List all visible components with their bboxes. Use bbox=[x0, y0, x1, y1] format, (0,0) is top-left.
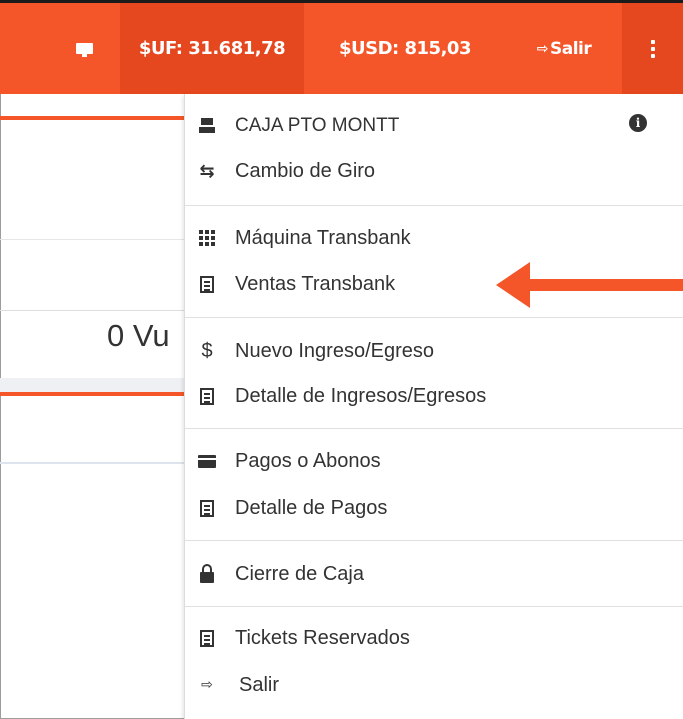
exchange-icon: ⇆ bbox=[199, 160, 215, 182]
menu-item-caja-label: CAJA PTO MONTT bbox=[235, 115, 400, 136]
sign-out-icon: ⇨ bbox=[536, 40, 549, 57]
menu-item-pagos-abonos[interactable]: Pagos o Abonos bbox=[185, 441, 683, 481]
logout-button[interactable]: ⇨ Salir bbox=[506, 3, 622, 94]
menu-item-salir[interactable]: ⇨ Salir bbox=[185, 665, 683, 705]
kebab-menu-icon bbox=[650, 39, 655, 58]
background-divider bbox=[0, 239, 186, 240]
options-dropdown-menu: CAJA PTO MONTT i ⇆ Cambio de Giro Máquin… bbox=[184, 94, 683, 719]
annotation-arrow bbox=[496, 262, 683, 308]
menu-item-maquina-transbank[interactable]: Máquina Transbank bbox=[185, 218, 683, 258]
background-grey-strip bbox=[0, 378, 186, 392]
menu-item-detalle-pagos-label: Detalle de Pagos bbox=[235, 496, 388, 519]
monitor-button[interactable] bbox=[50, 3, 118, 94]
list-document-icon bbox=[197, 628, 217, 648]
menu-item-detalle-ingresos-label: Detalle de Ingresos/Egresos bbox=[235, 384, 487, 407]
menu-item-salir-label: Salir bbox=[239, 673, 280, 696]
menu-item-cambio-giro[interactable]: ⇆ Cambio de Giro bbox=[185, 151, 683, 191]
menu-item-detalle-ingresos[interactable]: Detalle de Ingresos/Egresos bbox=[185, 376, 683, 416]
menu-separator bbox=[185, 540, 683, 541]
sign-out-icon: ⇨ bbox=[201, 677, 213, 693]
arrow-shape bbox=[496, 262, 683, 308]
menu-item-caja[interactable]: CAJA PTO MONTT bbox=[185, 106, 683, 146]
menu-item-cierre-caja[interactable]: Cierre de Caja bbox=[185, 554, 683, 594]
menu-item-cierre-caja-label: Cierre de Caja bbox=[235, 562, 364, 585]
info-icon[interactable]: i bbox=[629, 114, 647, 132]
background-accent-line bbox=[0, 392, 186, 396]
background-counter-text: 0 Vu bbox=[107, 318, 170, 353]
menu-item-ventas-transbank-label: Ventas Transbank bbox=[235, 272, 396, 295]
usd-value-indicator[interactable]: $USD: 815,03 bbox=[304, 3, 506, 94]
menu-separator bbox=[185, 606, 683, 607]
menu-item-pagos-abonos-label: Pagos o Abonos bbox=[235, 449, 381, 472]
usd-value-label: $USD: 815,03 bbox=[339, 38, 471, 59]
list-document-icon bbox=[197, 386, 217, 406]
menu-separator bbox=[185, 317, 683, 318]
menu-item-cambio-giro-label: Cambio de Giro bbox=[235, 159, 376, 182]
menu-item-tickets-reservados[interactable]: Tickets Reservados bbox=[185, 618, 683, 658]
lock-icon bbox=[197, 563, 217, 584]
menu-item-nuevo-ingreso[interactable]: $ Nuevo Ingreso/Egreso bbox=[185, 331, 683, 371]
grid-icon bbox=[197, 228, 217, 248]
credit-card-icon bbox=[197, 451, 217, 471]
monitor-icon bbox=[75, 43, 93, 57]
menu-item-tickets-reservados-label: Tickets Reservados bbox=[235, 626, 410, 649]
top-navbar: $UF: 31.681,78 $USD: 815,03 ⇨ Salir bbox=[0, 0, 683, 94]
background-accent-line bbox=[0, 116, 186, 120]
uf-value-indicator[interactable]: $UF: 31.681,78 bbox=[120, 3, 304, 94]
list-document-icon bbox=[197, 274, 217, 294]
menu-item-nuevo-ingreso-label: Nuevo Ingreso/Egreso bbox=[235, 339, 435, 362]
list-document-icon bbox=[197, 498, 217, 518]
more-options-button[interactable] bbox=[622, 3, 683, 94]
background-divider bbox=[0, 462, 186, 464]
menu-separator bbox=[185, 205, 683, 206]
logout-label: Salir bbox=[549, 38, 592, 59]
menu-separator bbox=[185, 428, 683, 429]
uf-value-label: $UF: 31.681,78 bbox=[138, 38, 286, 59]
menu-item-maquina-transbank-label: Máquina Transbank bbox=[235, 226, 411, 249]
menu-item-detalle-pagos[interactable]: Detalle de Pagos bbox=[185, 488, 683, 528]
dollar-icon: $ bbox=[201, 339, 213, 362]
cash-register-icon bbox=[197, 116, 217, 136]
